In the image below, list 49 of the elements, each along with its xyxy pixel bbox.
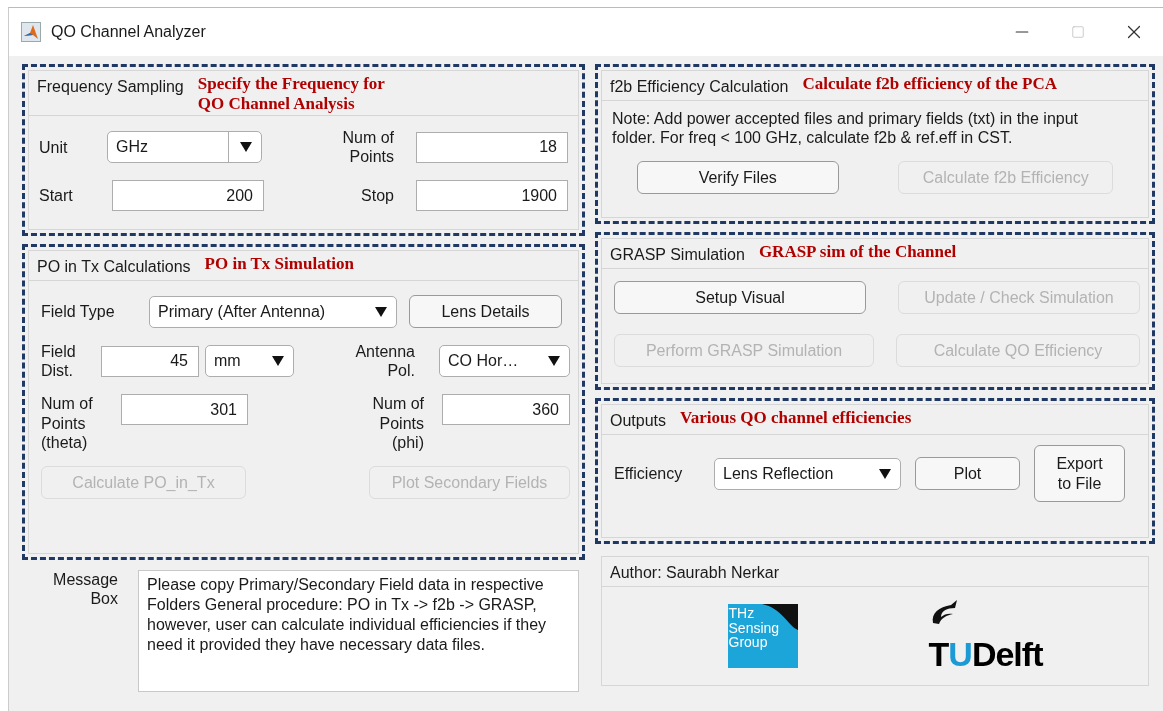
dropdown[interactable]: CO Hor… bbox=[439, 345, 570, 378]
panel-title: GRASP Simulation bbox=[610, 245, 745, 264]
annotation-note: Calculate f2b efficiency of the PCA bbox=[802, 74, 1057, 94]
field-label: Efficiency bbox=[614, 463, 684, 484]
field-label: Num of Points bbox=[341, 128, 394, 167]
annotation-note: Various QO channel efficiencies bbox=[680, 408, 912, 428]
window-title: QO Channel Analyzer bbox=[51, 23, 207, 41]
dropdown[interactable]: mm bbox=[205, 345, 294, 378]
field-label: Num of Points (phi) bbox=[371, 394, 424, 452]
action-button[interactable]: Setup Visual bbox=[614, 281, 866, 314]
field-label: Num of Points (theta) bbox=[41, 394, 94, 452]
action-button[interactable]: Verify Files bbox=[636, 161, 839, 195]
input-field[interactable]: 1900 bbox=[416, 180, 568, 212]
action-button[interactable]: Export to File bbox=[1034, 445, 1125, 502]
annotation-note: Specify the Frequency for QO Channel Analysis bbox=[197, 74, 385, 114]
input-field[interactable]: 360 bbox=[442, 394, 570, 426]
university-logo: TUDelft bbox=[928, 598, 1043, 674]
input-field[interactable]: 200 bbox=[112, 180, 264, 212]
caret-icon bbox=[374, 305, 388, 318]
dropdown[interactable]: Primary (After Antenna) bbox=[149, 295, 397, 328]
panel-title: Outputs bbox=[610, 411, 667, 430]
note-text: Note: Add power accepted files and primary fields (txt) in the input folder. For freq < 100 GHz, calculate f2b & ref.eff in CST. bbox=[612, 109, 1079, 148]
annotation-note: PO in Tx Simulation bbox=[204, 254, 354, 274]
caret-icon bbox=[239, 141, 253, 154]
field-label: Antenna Pol. bbox=[354, 342, 415, 381]
action-button[interactable]: Lens Details bbox=[409, 295, 562, 328]
panel-title: f2b Efficiency Calculation bbox=[610, 77, 789, 96]
app-logo-icon bbox=[21, 22, 41, 42]
input-field[interactable]: 301 bbox=[121, 394, 248, 426]
caret-icon bbox=[878, 467, 892, 480]
annotation-note: GRASP sim of the Channel bbox=[758, 242, 957, 262]
input-field[interactable]: 45 bbox=[101, 345, 199, 377]
message-box: Please copy Primary/Secondary Field data in respective Folders General procedure: PO in Tx -> f2b -> GRASP, however, user can calculate individual efficiencies if they need it provided they have necessary data files. bbox=[138, 570, 579, 692]
caret-icon bbox=[547, 355, 561, 368]
field-label: Field Type bbox=[41, 301, 116, 322]
dropdown[interactable]: Lens Reflection bbox=[714, 457, 901, 490]
group-logo: THz Sensing Group bbox=[727, 604, 798, 668]
dropdown[interactable]: GHz bbox=[107, 131, 262, 164]
field-label: Message Box bbox=[52, 570, 118, 609]
field-label: Unit bbox=[39, 137, 69, 157]
panel-title: Author: Saurabh Nerkar bbox=[610, 563, 779, 582]
action-button[interactable]: Plot bbox=[915, 457, 1020, 490]
panel-title: Frequency Sampling bbox=[37, 77, 184, 96]
input-field[interactable]: 18 bbox=[416, 131, 568, 163]
caret-icon bbox=[271, 355, 285, 368]
field-label: Stop bbox=[360, 186, 394, 206]
field-label: Start bbox=[39, 186, 74, 206]
field-label: Field Dist. bbox=[41, 342, 77, 381]
panel-title: PO in Tx Calculations bbox=[37, 257, 191, 276]
